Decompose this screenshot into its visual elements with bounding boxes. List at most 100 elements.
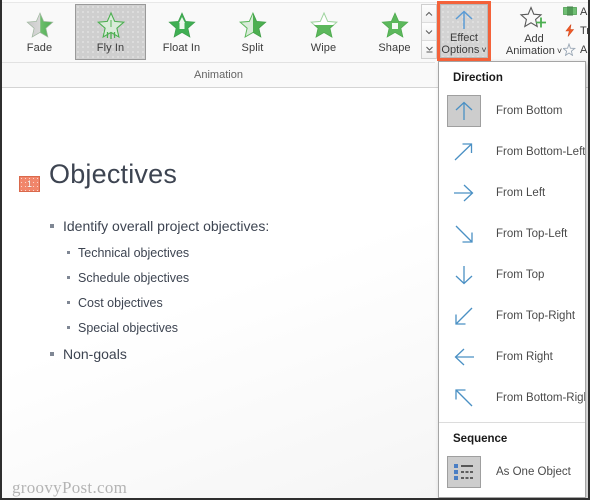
arrow-down-right-icon xyxy=(447,218,481,250)
arrow-down-left-icon xyxy=(447,300,481,332)
advanced-animation-commands: An Tri An xyxy=(562,4,590,58)
animation-pane-icon xyxy=(563,5,577,19)
gallery-item-label: Fade xyxy=(26,42,53,54)
menu-item-label: From Right xyxy=(496,350,553,363)
gallery-item-float-in[interactable]: Float In xyxy=(146,4,217,60)
animation-painter-label: An xyxy=(580,44,588,56)
trigger-label: Tri xyxy=(580,25,590,37)
gallery-item-shape[interactable]: Shape xyxy=(359,4,430,60)
trigger-icon xyxy=(563,24,577,38)
arrow-down-icon xyxy=(447,259,481,291)
menu-item-label: From Bottom-Right xyxy=(496,391,586,404)
chevron-down-icon: ˅ xyxy=(481,45,487,55)
bullet-text: Special objectives xyxy=(78,321,179,335)
menu-item-from-top-right[interactable]: From Top-Right xyxy=(439,295,585,336)
menu-item-label: From Top-Right xyxy=(496,309,576,322)
menu-item-label: From Left xyxy=(496,186,546,199)
menu-item-label: From Top xyxy=(496,268,545,281)
gallery-item-label: Shape xyxy=(378,42,411,54)
slide-title[interactable]: Objectives xyxy=(49,159,177,190)
gallery-item-split[interactable]: Split xyxy=(217,4,288,60)
bullet-level2: Cost objectives xyxy=(67,296,430,310)
bullet-level2: Special objectives xyxy=(67,321,430,335)
gallery-item-label: Float In xyxy=(162,42,201,54)
menu-item-from-bottom-right[interactable]: From Bottom-Right xyxy=(439,377,585,418)
menu-item-from-right[interactable]: From Right xyxy=(439,336,585,377)
arrow-right-icon xyxy=(447,177,481,209)
menu-item-from-bottom[interactable]: From Bottom xyxy=(439,90,585,131)
bullet-level1: Identify overall project objectives: xyxy=(50,218,430,234)
menu-item-label: From Bottom-Left xyxy=(496,145,586,158)
add-animation-label-line1: Add xyxy=(524,33,544,45)
menu-item-from-left[interactable]: From Left xyxy=(439,172,585,213)
dropdown-section-title-direction: Direction xyxy=(453,72,503,84)
gallery-scroll-down-button[interactable] xyxy=(422,23,436,41)
menu-item-label: From Bottom xyxy=(496,104,563,117)
animation-painter-icon xyxy=(562,42,577,57)
more-gallery-icon xyxy=(425,46,433,52)
animation-effects-gallery[interactable]: Fade Fly In Float In Split Wipe Shape xyxy=(4,4,430,60)
effect-options-container: Effect Options ˅ xyxy=(437,1,491,61)
gallery-item-label: Split xyxy=(241,42,264,54)
animation-order-badge[interactable]: 1 xyxy=(19,176,40,192)
menu-item-as-one-object[interactable]: As One Object xyxy=(439,451,585,492)
gallery-more-button[interactable] xyxy=(422,41,436,58)
bullet-marker-icon xyxy=(67,301,70,304)
effect-options-label-line1: Effect xyxy=(450,32,478,44)
star-split-icon xyxy=(236,9,270,41)
bullet-marker-icon xyxy=(67,276,70,279)
star-flyin-icon xyxy=(94,9,128,41)
bullet-level2: Schedule objectives xyxy=(67,271,430,285)
menu-item-label: As One Object xyxy=(496,465,571,478)
arrow-up-icon xyxy=(447,94,481,127)
gallery-item-fade[interactable]: Fade xyxy=(4,4,75,60)
add-animation-button[interactable]: Add Animation ˅ xyxy=(506,3,562,59)
arrow-left-icon xyxy=(447,341,481,373)
bullet-level1: Non-goals xyxy=(50,346,430,362)
menu-item-label: From Top-Left xyxy=(496,227,568,240)
effect-options-dropdown[interactable]: Direction From Bottom From Bottom-Left F… xyxy=(438,61,586,498)
gallery-item-label: Wipe xyxy=(310,42,337,54)
bullet-text: Identify overall project objectives: xyxy=(63,218,270,234)
star-float-icon xyxy=(165,9,199,41)
menu-item-from-bottom-left[interactable]: From Bottom-Left xyxy=(439,131,585,172)
add-animation-text: Animation xyxy=(505,45,555,57)
menu-item-from-top-left[interactable]: From Top-Left xyxy=(439,213,585,254)
bullet-marker-icon xyxy=(50,224,54,228)
gallery-scroll-buttons[interactable] xyxy=(421,4,437,59)
animation-group-label: Animation xyxy=(2,62,435,86)
bullet-level2: Technical objectives xyxy=(67,246,430,260)
gallery-item-wipe[interactable]: Wipe xyxy=(288,4,359,60)
add-animation-label-line2: Animation ˅ xyxy=(506,45,562,57)
arrow-up-left-icon xyxy=(447,382,481,414)
bullet-text: Technical objectives xyxy=(78,246,190,260)
bullet-text: Cost objectives xyxy=(78,296,163,310)
bullet-marker-icon xyxy=(67,251,70,254)
gallery-item-label: Fly In xyxy=(96,42,125,54)
animation-painter-button[interactable]: An xyxy=(562,42,588,58)
menu-item-from-top[interactable]: From Top xyxy=(439,254,585,295)
star-plus-icon xyxy=(519,6,549,33)
animation-pane-label: An xyxy=(580,6,588,18)
bullet-marker-icon xyxy=(50,352,54,356)
effect-options-label-line2: Options ˅ xyxy=(441,44,486,56)
star-wipe-icon xyxy=(307,9,341,41)
effect-options-text: Options xyxy=(441,44,480,56)
arrow-up-icon xyxy=(451,8,477,32)
ribbon-top-edge xyxy=(2,0,588,3)
as-one-object-icon xyxy=(447,455,481,488)
gallery-item-fly-in[interactable]: Fly In xyxy=(75,4,146,60)
watermark: groovyPost.com xyxy=(12,478,128,497)
star-shape-icon xyxy=(378,9,412,41)
scroll-up-icon xyxy=(425,11,433,16)
arrow-up-right-icon xyxy=(447,136,481,168)
effect-options-button[interactable]: Effect Options ˅ xyxy=(440,4,488,58)
slide-body-placeholder[interactable]: Identify overall project objectives: Tec… xyxy=(50,218,430,374)
gallery-scroll-up-button[interactable] xyxy=(422,5,436,23)
bullet-text: Non-goals xyxy=(63,346,127,362)
powerpoint-window: Fade Fly In Float In Split Wipe Shape Ef… xyxy=(0,0,590,500)
bullet-marker-icon xyxy=(67,326,70,329)
star-fade-icon xyxy=(23,9,57,41)
animation-pane-button[interactable]: An xyxy=(563,4,588,20)
trigger-button[interactable]: Tri xyxy=(563,23,590,39)
